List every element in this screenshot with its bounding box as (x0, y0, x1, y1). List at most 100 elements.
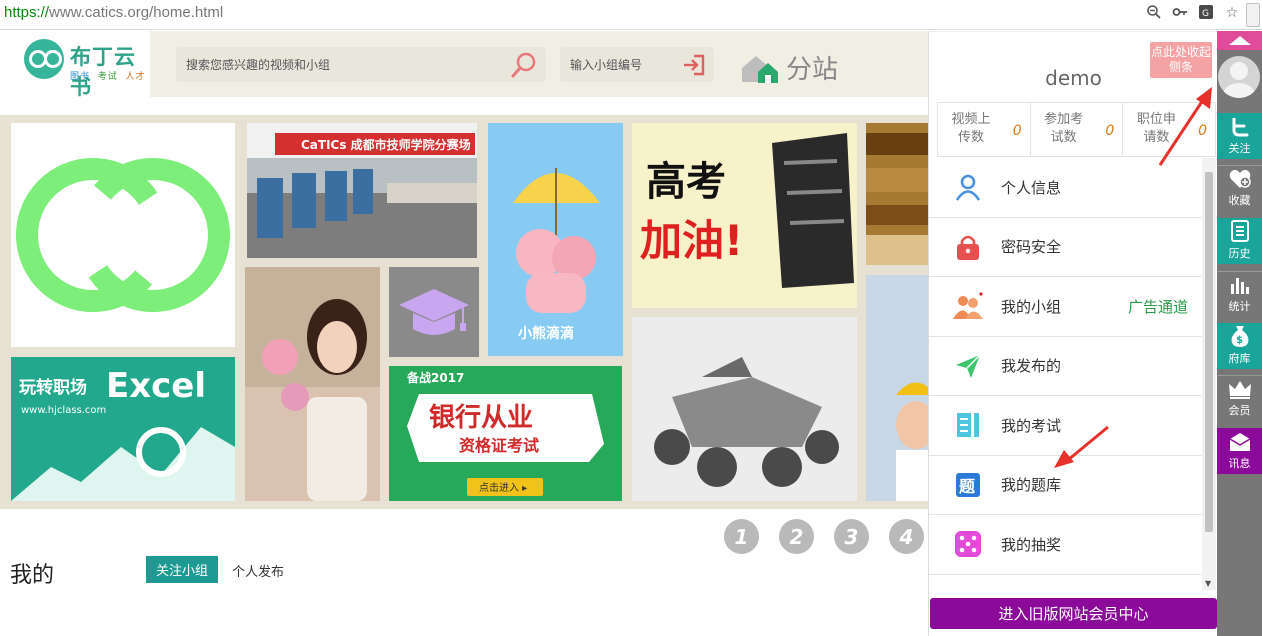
search-box (176, 47, 546, 82)
bank-tag: 备战2017 (406, 370, 464, 385)
exam-icon (953, 410, 983, 440)
page-dot-2[interactable]: 2 (779, 519, 814, 554)
sidebar-history[interactable]: 历史 (1217, 218, 1262, 264)
zoom-icon[interactable] (1146, 4, 1162, 22)
gaokao-poster[interactable]: 高考 加油! (632, 123, 857, 308)
tab-personal-posts[interactable]: 个人发布 (232, 561, 284, 580)
logo-tags: 图书 考试 人才 (70, 69, 146, 82)
address-bar-scroll[interactable] (1246, 3, 1260, 27)
bank-exam-banner[interactable]: 备战2017 银行从业 资格证考试 点击进入 ▸ (389, 366, 622, 501)
bank-title: 银行从业 (429, 402, 533, 433)
dice-icon (953, 529, 983, 559)
bear-umbrella-image[interactable]: 小熊滴滴 (488, 123, 623, 356)
logo[interactable]: 布丁云书 图书 考试 人才 (0, 31, 150, 99)
logo-tag-books: 图书 (70, 72, 91, 82)
group-icon (953, 291, 983, 321)
sidebar-messages[interactable]: 讯息 (1217, 428, 1262, 474)
stats-icon (1230, 278, 1249, 294)
stat-value: 0 (1012, 123, 1022, 139)
menu-label: 我发布的 (1001, 357, 1062, 376)
sidebar-treasury[interactable]: $ 府库 (1217, 323, 1262, 369)
svg-text:G: G (1202, 9, 1209, 19)
page-dot-3[interactable]: 3 (834, 519, 869, 554)
svg-text:$: $ (1236, 335, 1243, 346)
avatar[interactable] (1218, 56, 1260, 98)
sidebar-label: 会员 (1228, 404, 1251, 417)
paper-plane-icon (953, 351, 983, 381)
scroll-down-icon[interactable]: ▼ (1205, 579, 1211, 588)
favorite-icon (1229, 169, 1251, 188)
graduation-cap-image[interactable] (389, 267, 479, 357)
sidebar-membership[interactable]: 会员 (1217, 375, 1262, 421)
enter-group-icon[interactable] (682, 54, 706, 76)
url-protocol: https:// (4, 4, 50, 21)
worker-photo[interactable] (866, 275, 930, 501)
menu-item-my-posts[interactable]: 我发布的 (929, 337, 1202, 396)
logo-tag-exams: 考试 (97, 72, 118, 82)
sidebar-label: 历史 (1228, 247, 1251, 260)
history-icon (1230, 220, 1249, 242)
menu-item-lottery[interactable]: 我的抽奖 (929, 515, 1202, 575)
bank-enter-btn: 点击进入 ▸ (479, 482, 527, 494)
search-input[interactable] (176, 47, 506, 82)
annotation-arrow-question-bank (1054, 425, 1109, 468)
substation-link[interactable]: 分站 (740, 49, 838, 86)
scrollbar-thumb[interactable] (1205, 172, 1213, 532)
sidebar-label: 收藏 (1228, 194, 1251, 207)
menu-item-password-security[interactable]: 密码安全 (929, 218, 1202, 277)
key-icon[interactable] (1172, 4, 1188, 22)
question-bank-icon: 题 (953, 470, 983, 500)
library-photo[interactable] (866, 123, 930, 265)
group-number-box (560, 47, 714, 82)
stat-label: 参加考试数 (1044, 112, 1084, 145)
star-icon[interactable]: ☆ (1224, 4, 1240, 22)
sidebar-label: 府库 (1228, 352, 1251, 365)
image-gallery: CaTICs 成都市技师学院分赛场 小熊滴滴 高考 加油! 玩转职场 Excel… (0, 115, 930, 509)
member-menu: 个人信息 密码安全 我的小组 广告通道 我发布的 我的考试 题 我的题库 我的抽… (929, 158, 1202, 575)
person-icon (953, 172, 983, 202)
home-icon (742, 55, 778, 83)
old-member-center-button[interactable]: 进入旧版网站会员中心 (930, 598, 1217, 629)
rover-3d-image[interactable] (632, 317, 857, 501)
mine-section-title: 我的 (10, 563, 55, 588)
substation-label: 分站 (786, 55, 839, 85)
annotation-arrow-avatar (1158, 87, 1212, 166)
menu-item-my-groups[interactable]: 我的小组 广告通道 (929, 277, 1202, 337)
translate-icon[interactable]: G (1198, 4, 1214, 22)
excel-course-image[interactable]: 玩转职场 Excel www.hjclass.com (11, 357, 235, 501)
excel-url: www.hjclass.com (21, 405, 106, 416)
right-sidebar: 关注 收藏 历史 统计 $ 府库 会员 讯息 (1217, 31, 1262, 636)
lock-icon (953, 232, 983, 262)
ad-channel-link[interactable]: 广告通道 (1128, 296, 1188, 317)
menu-label: 我的小组 (1001, 297, 1062, 316)
menu-label: 个人信息 (1001, 178, 1062, 197)
page-dot-4[interactable]: 4 (889, 519, 924, 554)
url-field[interactable]: https://www.catics.org/home.html (4, 4, 223, 21)
sidebar-favorites[interactable]: 收藏 (1217, 165, 1262, 211)
page-dot-1[interactable]: 1 (724, 519, 759, 554)
collapse-arrow-icon[interactable] (1217, 31, 1262, 50)
excel-line1: 玩转职场 (19, 377, 87, 398)
menu-label: 我的抽奖 (1001, 535, 1062, 554)
tab-followed-groups[interactable]: 关注小组 (146, 556, 218, 583)
stat-video-uploads[interactable]: 视频上传数 0 (938, 103, 1031, 156)
logo-glasses-icon (24, 39, 64, 79)
girl-flowers-photo[interactable] (245, 267, 380, 501)
logo-tag-talent: 人才 (125, 72, 146, 82)
sidebar-follow[interactable]: 关注 (1217, 113, 1262, 159)
panel-scrollbar[interactable]: ▼ (1202, 158, 1216, 590)
group-number-input[interactable] (560, 47, 670, 82)
carousel-pager: 1 2 3 4 (724, 519, 924, 554)
excel-line2: Excel (106, 366, 206, 406)
sidebar-stats[interactable]: 统计 (1217, 271, 1262, 317)
sidebar-label: 统计 (1228, 300, 1251, 313)
bank-sub: 资格证考试 (459, 436, 539, 455)
search-icon[interactable] (510, 51, 538, 79)
chanel-logo-image[interactable] (11, 123, 235, 347)
crown-icon (1228, 381, 1251, 399)
collapse-sidebar-tip: 点此处收起侧条 (1150, 42, 1212, 78)
stat-exams-taken[interactable]: 参加考试数 0 (1031, 103, 1124, 156)
stat-label: 视频上传数 (951, 112, 991, 145)
classroom-photo[interactable]: CaTICs 成都市技师学院分赛场 (247, 123, 477, 258)
sidebar-label: 关注 (1228, 142, 1251, 155)
